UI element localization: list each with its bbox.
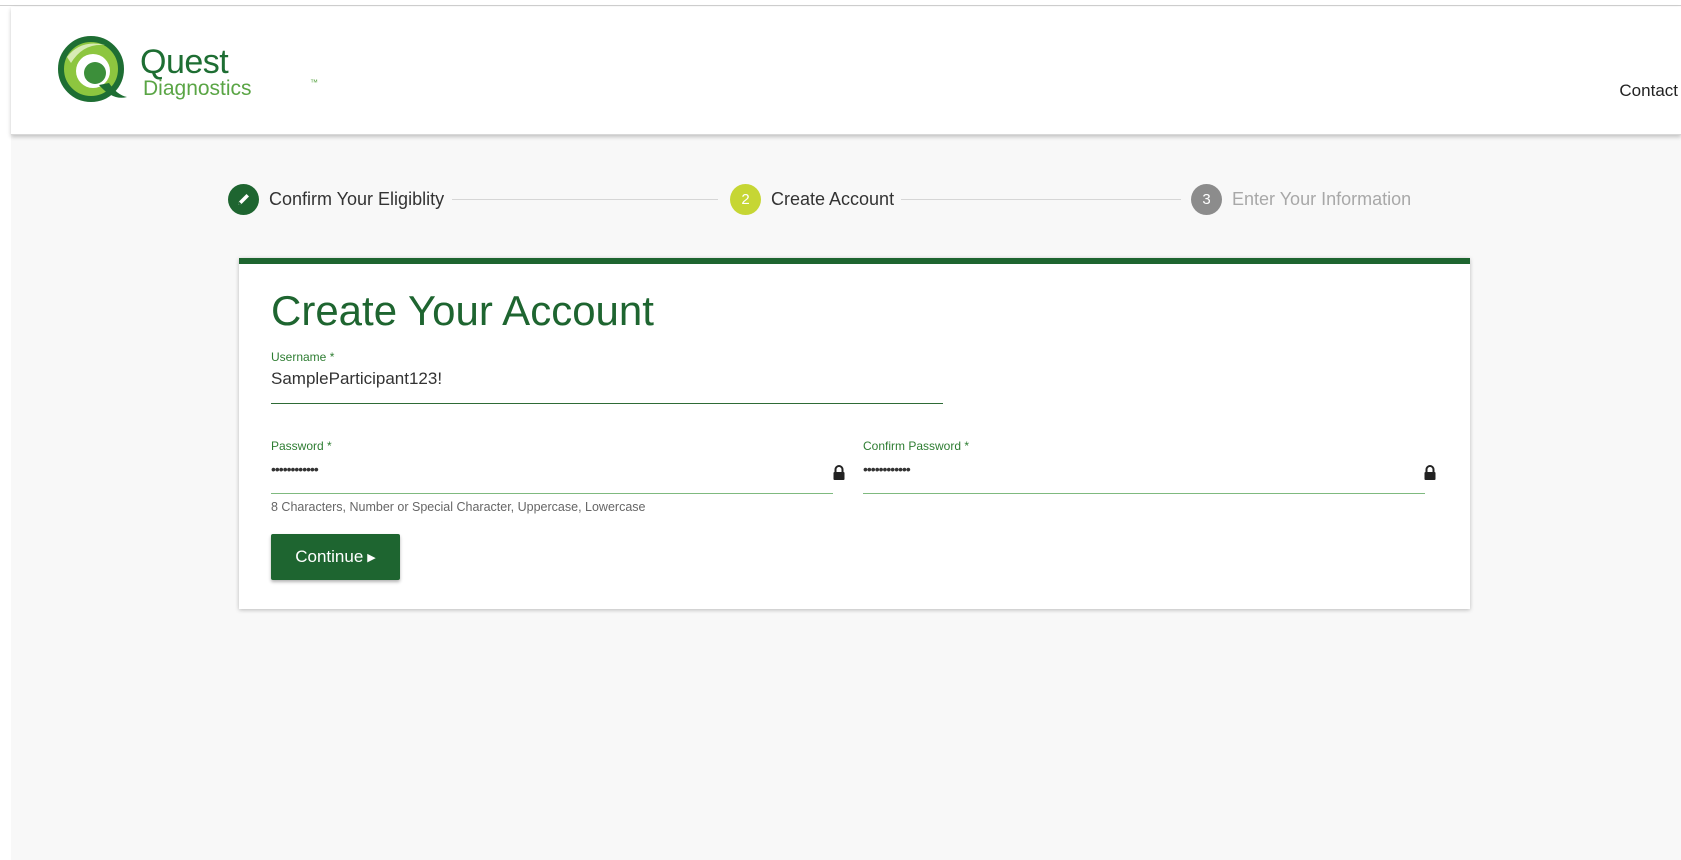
site-header: Quest Diagnostics ™ Contact bbox=[11, 7, 1681, 135]
progress-stepper: Confirm Your Eligiblity 2 Create Account… bbox=[228, 183, 1470, 219]
step-3-label: Enter Your Information bbox=[1232, 188, 1412, 209]
continue-label: Continue bbox=[295, 547, 364, 566]
step-3-number: 3 bbox=[1202, 190, 1211, 208]
confirm-password-lock-icon bbox=[1424, 465, 1436, 480]
step-1-label: Confirm Your Eligiblity bbox=[269, 188, 445, 209]
quest-logo[interactable]: Quest Diagnostics ™ bbox=[57, 35, 318, 115]
password-lock-icon bbox=[833, 465, 845, 480]
quest-logo-icon bbox=[58, 36, 127, 102]
step-create-account: 2 Create Account bbox=[730, 183, 894, 215]
confirm-password-input[interactable] bbox=[863, 456, 1421, 482]
password-input[interactable] bbox=[271, 456, 829, 482]
username-input[interactable] bbox=[271, 366, 943, 392]
step-1-indicator bbox=[228, 183, 259, 215]
step-2-number: 2 bbox=[741, 190, 750, 208]
username-underline bbox=[271, 403, 943, 404]
confirm-password-label: Confirm Password * bbox=[863, 439, 970, 453]
brand-subtitle: Diagnostics bbox=[143, 77, 252, 100]
top-rule bbox=[0, 0, 1681, 6]
caret-right-icon: ▶ bbox=[367, 551, 376, 564]
password-label: Password * bbox=[271, 439, 332, 453]
step-3-indicator: 3 bbox=[1191, 183, 1222, 215]
step-connector-2 bbox=[901, 199, 1181, 200]
contact-link[interactable]: Contact bbox=[1619, 81, 1678, 101]
password-underline bbox=[271, 493, 833, 494]
password-hint: 8 Characters, Number or Special Characte… bbox=[271, 500, 646, 514]
step-connector-1 bbox=[452, 199, 718, 200]
username-label: Username * bbox=[271, 350, 335, 364]
create-account-card: Create Your Account Username * Password … bbox=[239, 258, 1470, 609]
step-confirm-eligibility: Confirm Your Eligiblity bbox=[228, 183, 444, 215]
brand-name: Quest bbox=[140, 43, 229, 81]
step-2-label: Create Account bbox=[771, 188, 895, 209]
confirm-password-underline bbox=[863, 493, 1425, 494]
continue-button[interactable]: Continue ▶ bbox=[271, 534, 400, 580]
page-title: Create Your Account bbox=[271, 287, 654, 334]
pencil-icon bbox=[238, 193, 249, 205]
step-2-indicator: 2 bbox=[730, 183, 761, 215]
trademark-mark: ™ bbox=[310, 78, 318, 87]
step-enter-information: 3 Enter Your Information bbox=[1191, 183, 1411, 215]
